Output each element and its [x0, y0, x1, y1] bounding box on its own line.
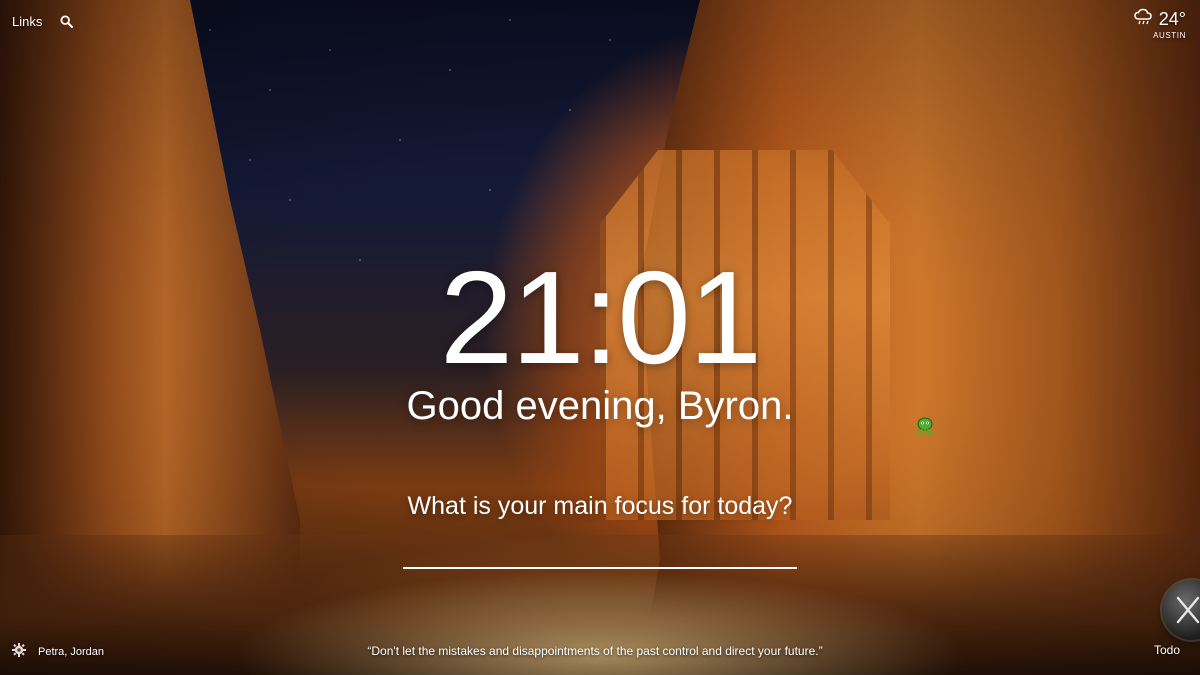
search-icon[interactable] — [60, 15, 74, 28]
weather-location: AUSTIN — [1153, 31, 1186, 40]
center-panel: 21:01 Good evening, Byron. — [0, 248, 1200, 430]
weather-widget[interactable]: 24° AUSTIN — [1133, 8, 1186, 40]
daily-quote[interactable]: “Don't let the mistakes and disappointme… — [0, 644, 1190, 658]
greeting[interactable]: Good evening, Byron. — [0, 382, 1200, 430]
focus-input[interactable] — [403, 545, 797, 569]
focus-question: What is your main focus for today? — [407, 492, 793, 520]
octopus-icon — [913, 417, 937, 437]
links-button[interactable]: Links — [12, 14, 42, 29]
temperature: 24° — [1158, 9, 1186, 29]
top-left-bar: Links — [12, 14, 74, 29]
background-photo: Links 24° AUSTIN 21:01 Good evening, Byr… — [0, 0, 1200, 675]
clock: 21:01 — [439, 244, 762, 391]
cloud-rain-icon — [1133, 8, 1155, 31]
focus-section: What is your main focus for today? — [0, 489, 1200, 569]
todo-button[interactable]: Todo — [1154, 643, 1180, 657]
